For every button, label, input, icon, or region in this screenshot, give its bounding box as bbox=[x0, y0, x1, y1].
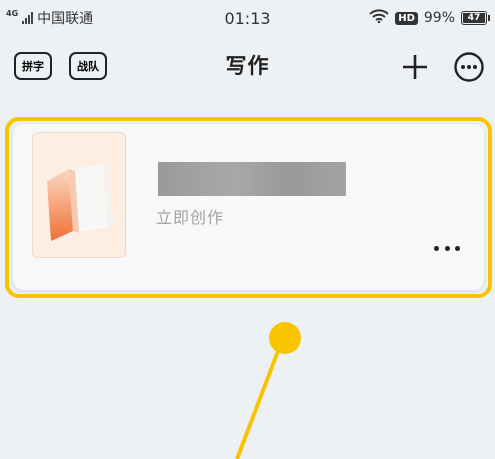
tutorial-pointer bbox=[235, 322, 301, 459]
